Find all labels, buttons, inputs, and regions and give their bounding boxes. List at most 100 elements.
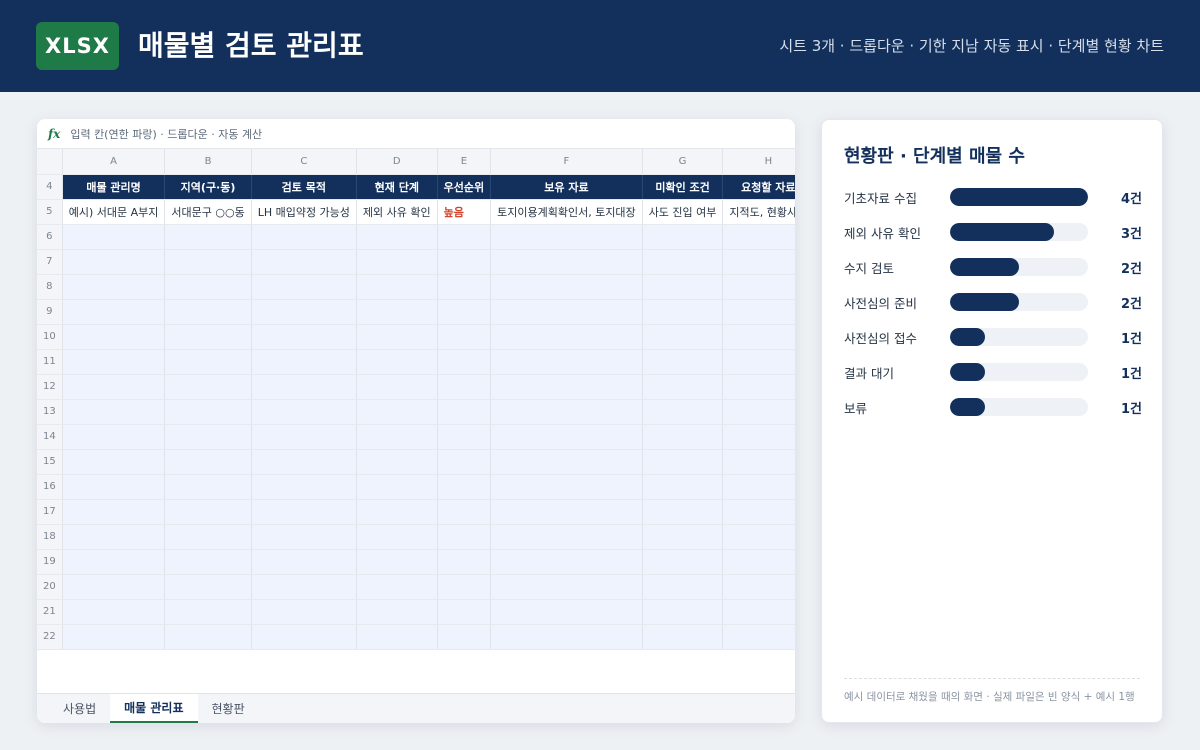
input-cell[interactable] [722, 324, 795, 350]
input-cell[interactable] [437, 524, 492, 550]
input-cell[interactable] [490, 449, 643, 475]
input-cell[interactable] [251, 224, 357, 250]
input-cell[interactable] [251, 374, 357, 400]
header-cell[interactable]: 검토 목적 [251, 174, 357, 200]
row-number[interactable]: 14 [37, 424, 63, 450]
row-number[interactable]: 20 [37, 574, 63, 600]
cell[interactable]: 제외 사유 확인 [356, 199, 438, 225]
input-cell[interactable] [356, 474, 438, 500]
input-cell[interactable] [62, 224, 166, 250]
row-number[interactable]: 22 [37, 624, 63, 650]
input-cell[interactable] [490, 524, 643, 550]
input-cell[interactable] [722, 424, 795, 450]
row-number[interactable]: 5 [37, 199, 63, 225]
input-cell[interactable] [642, 574, 724, 600]
input-cell[interactable] [722, 599, 795, 625]
input-cell[interactable] [490, 549, 643, 575]
input-cell[interactable] [251, 599, 357, 625]
input-cell[interactable] [62, 324, 166, 350]
input-cell[interactable] [642, 524, 724, 550]
input-cell[interactable] [251, 474, 357, 500]
input-cell[interactable] [490, 224, 643, 250]
input-cell[interactable] [356, 274, 438, 300]
input-cell[interactable] [164, 599, 252, 625]
sheet-tab[interactable]: 매물 관리표 [110, 694, 198, 723]
input-cell[interactable] [251, 274, 357, 300]
input-cell[interactable] [164, 549, 252, 575]
row-number[interactable]: 10 [37, 324, 63, 350]
input-cell[interactable] [722, 449, 795, 475]
column-letter[interactable]: H [722, 149, 795, 175]
column-letter[interactable]: A [62, 149, 166, 175]
cell[interactable]: 사도 진입 여부 [642, 199, 724, 225]
input-cell[interactable] [490, 499, 643, 525]
row-number[interactable]: 12 [37, 374, 63, 400]
input-cell[interactable] [356, 299, 438, 325]
input-cell[interactable] [62, 574, 166, 600]
input-cell[interactable] [642, 224, 724, 250]
input-cell[interactable] [642, 299, 724, 325]
input-cell[interactable] [356, 424, 438, 450]
input-cell[interactable] [356, 599, 438, 625]
input-cell[interactable] [642, 474, 724, 500]
input-cell[interactable] [642, 424, 724, 450]
input-cell[interactable] [356, 324, 438, 350]
input-cell[interactable] [437, 324, 492, 350]
input-cell[interactable] [164, 499, 252, 525]
header-cell[interactable]: 현재 단계 [356, 174, 438, 200]
input-cell[interactable] [490, 599, 643, 625]
input-cell[interactable] [437, 549, 492, 575]
input-cell[interactable] [490, 424, 643, 450]
input-cell[interactable] [164, 274, 252, 300]
input-cell[interactable] [251, 499, 357, 525]
input-cell[interactable] [722, 274, 795, 300]
input-cell[interactable] [437, 574, 492, 600]
input-cell[interactable] [356, 524, 438, 550]
column-letter[interactable]: B [164, 149, 252, 175]
input-cell[interactable] [251, 549, 357, 575]
input-cell[interactable] [490, 474, 643, 500]
input-cell[interactable] [437, 224, 492, 250]
row-number[interactable]: 4 [37, 174, 63, 200]
row-number[interactable]: 16 [37, 474, 63, 500]
column-letter[interactable]: E [437, 149, 492, 175]
cell[interactable]: 토지이용계획확인서, 토지대장 [490, 199, 643, 225]
input-cell[interactable] [722, 374, 795, 400]
input-cell[interactable] [62, 424, 166, 450]
row-number[interactable]: 8 [37, 274, 63, 300]
header-cell[interactable]: 보유 자료 [490, 174, 643, 200]
cell[interactable]: 높음 [437, 199, 492, 225]
column-letter[interactable]: C [251, 149, 357, 175]
input-cell[interactable] [62, 274, 166, 300]
input-cell[interactable] [62, 299, 166, 325]
input-cell[interactable] [251, 449, 357, 475]
input-cell[interactable] [62, 349, 166, 375]
input-cell[interactable] [62, 249, 166, 275]
input-cell[interactable] [251, 424, 357, 450]
input-cell[interactable] [251, 249, 357, 275]
input-cell[interactable] [251, 399, 357, 425]
input-cell[interactable] [164, 449, 252, 475]
input-cell[interactable] [356, 249, 438, 275]
input-cell[interactable] [164, 524, 252, 550]
input-cell[interactable] [251, 324, 357, 350]
input-cell[interactable] [356, 224, 438, 250]
input-cell[interactable] [722, 549, 795, 575]
formula-bar[interactable]: fx 입력 칸(연한 파랑) · 드롭다운 · 자동 계산 [37, 119, 795, 149]
input-cell[interactable] [62, 599, 166, 625]
input-cell[interactable] [642, 399, 724, 425]
input-cell[interactable] [356, 349, 438, 375]
select-all-corner[interactable] [37, 149, 63, 175]
input-cell[interactable] [62, 374, 166, 400]
input-cell[interactable] [437, 499, 492, 525]
cell[interactable]: 지적도, 현황사진 [722, 199, 795, 225]
input-cell[interactable] [62, 474, 166, 500]
input-cell[interactable] [722, 499, 795, 525]
input-cell[interactable] [356, 624, 438, 650]
input-cell[interactable] [437, 349, 492, 375]
sheet-tab[interactable]: 사용법 [49, 694, 110, 723]
input-cell[interactable] [356, 449, 438, 475]
row-number[interactable]: 21 [37, 599, 63, 625]
input-cell[interactable] [722, 224, 795, 250]
input-cell[interactable] [490, 274, 643, 300]
